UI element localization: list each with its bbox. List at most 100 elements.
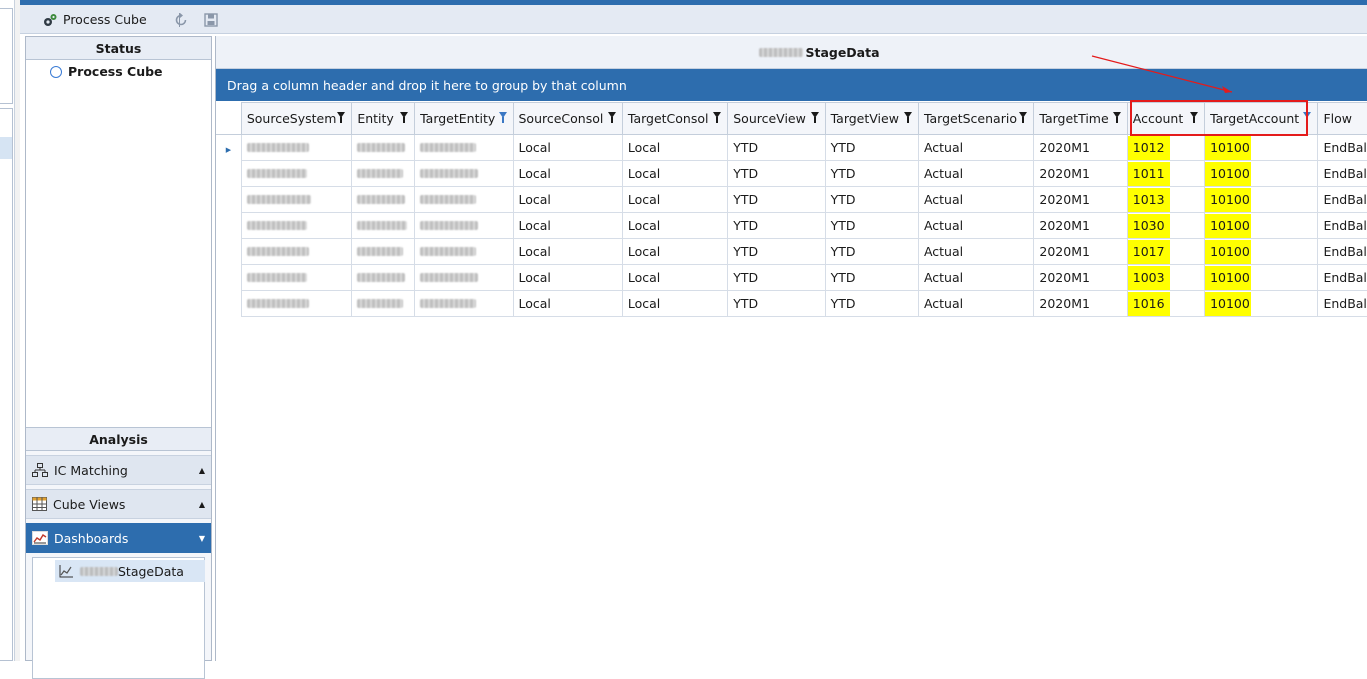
cell-targetentity[interactable] (414, 212, 514, 239)
cell-targetview[interactable]: YTD (824, 264, 919, 291)
cell-account[interactable]: 1013 (1126, 186, 1206, 213)
cell-targettime[interactable]: 2020M1 (1033, 264, 1128, 291)
cell-targetview[interactable]: YTD (824, 160, 919, 187)
cell-sourceconsol[interactable]: Local (512, 134, 623, 161)
table-row[interactable]: Local Local YTD YTD Actual 2020M1 1016 10100 End… (216, 290, 1367, 317)
table-row[interactable]: Local Local YTD YTD Actual 2020M1 1011 10100 End… (216, 160, 1367, 187)
cell-targetentity[interactable] (414, 238, 514, 265)
table-row[interactable]: Local Local YTD YTD Actual 2020M1 1003 10100 End… (216, 264, 1367, 291)
cell-sourcesystem[interactable] (240, 238, 353, 265)
cell-sourceconsol[interactable]: Local (512, 160, 623, 187)
cell-targetscenario[interactable]: Actual (917, 212, 1035, 239)
cell-flow[interactable]: EndBal (1317, 134, 1367, 161)
cell-sourceview[interactable]: YTD (727, 160, 826, 187)
dashboard-item-stagedata[interactable]: StageData (55, 560, 205, 582)
cell-entity[interactable] (351, 186, 416, 213)
cell-targetconsol[interactable]: Local (621, 134, 729, 161)
cell-targetaccount[interactable]: 10100 (1204, 238, 1319, 265)
cell-targetview[interactable]: YTD (824, 238, 919, 265)
column-header-targetconsol[interactable]: TargetConsol (621, 102, 729, 135)
filter-icon[interactable] (810, 112, 819, 123)
cell-sourcesystem[interactable] (240, 290, 353, 317)
filter-icon[interactable] (1190, 112, 1199, 123)
cell-sourceconsol[interactable]: Local (512, 290, 623, 317)
save-button[interactable] (204, 5, 218, 34)
cell-account[interactable]: 1003 (1126, 264, 1206, 291)
cell-sourcesystem[interactable] (240, 134, 353, 161)
cell-flow[interactable]: EndBal (1317, 264, 1367, 291)
cell-sourceview[interactable]: YTD (727, 290, 826, 317)
cell-targetscenario[interactable]: Actual (917, 134, 1035, 161)
cell-targetaccount[interactable]: 10100 (1204, 264, 1319, 291)
filter-active-icon[interactable] (498, 112, 507, 123)
cell-targetview[interactable]: YTD (824, 134, 919, 161)
column-header-sourceconsol[interactable]: SourceConsol (512, 102, 623, 135)
cell-account[interactable]: 1016 (1126, 290, 1206, 317)
cell-targettime[interactable]: 2020M1 (1033, 212, 1128, 239)
cell-flow[interactable]: EndBal (1317, 238, 1367, 265)
table-row[interactable]: Local Local YTD YTD Actual 2020M1 1013 10100 End… (216, 186, 1367, 213)
accordion-cube-views[interactable]: Cube Views ▲ (26, 489, 211, 519)
refresh-button[interactable] (173, 5, 189, 34)
process-cube-button[interactable]: Process Cube (42, 5, 147, 34)
cell-targettime[interactable]: 2020M1 (1033, 238, 1128, 265)
cell-targetscenario[interactable]: Actual (917, 160, 1035, 187)
filter-icon[interactable] (337, 112, 346, 123)
filter-active-icon[interactable] (1303, 112, 1312, 123)
filter-icon[interactable] (713, 112, 722, 123)
cell-sourceconsol[interactable]: Local (512, 264, 623, 291)
cell-targetaccount[interactable]: 10100 (1204, 134, 1319, 161)
column-header-targetscenario[interactable]: TargetScenario (917, 102, 1035, 135)
status-item-process-cube[interactable]: Process Cube (26, 60, 211, 79)
column-header-sourceview[interactable]: SourceView (727, 102, 826, 135)
cell-flow[interactable]: EndBal (1317, 160, 1367, 187)
cell-flow[interactable]: EndBal (1317, 212, 1367, 239)
cell-targetaccount[interactable]: 10100 (1204, 160, 1319, 187)
cell-targetconsol[interactable]: Local (621, 238, 729, 265)
cell-targettime[interactable]: 2020M1 (1033, 134, 1128, 161)
cell-sourcesystem[interactable] (240, 160, 353, 187)
column-header-sourcesystem[interactable]: SourceSystem (240, 102, 353, 135)
dock-tab-1[interactable] (0, 8, 13, 104)
table-row[interactable]: ▶ Local Local YTD YTD Actual 2020M1 1012 10100 En… (216, 134, 1367, 161)
cell-sourcesystem[interactable] (240, 212, 353, 239)
cell-targetview[interactable]: YTD (824, 186, 919, 213)
filter-icon[interactable] (1019, 112, 1028, 123)
cell-entity[interactable] (351, 134, 416, 161)
cell-account[interactable]: 1030 (1126, 212, 1206, 239)
accordion-ic-matching[interactable]: IC Matching ▲ (26, 455, 211, 485)
table-row[interactable]: Local Local YTD YTD Actual 2020M1 1030 10100 End… (216, 212, 1367, 239)
cell-targetconsol[interactable]: Local (621, 186, 729, 213)
cell-targetconsol[interactable]: Local (621, 160, 729, 187)
cell-targettime[interactable]: 2020M1 (1033, 186, 1128, 213)
cell-targetscenario[interactable]: Actual (917, 290, 1035, 317)
cell-entity[interactable] (351, 290, 416, 317)
cell-targetaccount[interactable]: 10100 (1204, 186, 1319, 213)
cell-entity[interactable] (351, 212, 416, 239)
cell-sourceview[interactable]: YTD (727, 212, 826, 239)
dock-tab-2[interactable] (0, 108, 13, 661)
cell-targetentity[interactable] (414, 186, 514, 213)
cell-targetscenario[interactable]: Actual (917, 264, 1035, 291)
cell-entity[interactable] (351, 238, 416, 265)
filter-icon[interactable] (400, 112, 409, 123)
cell-sourceview[interactable]: YTD (727, 264, 826, 291)
cell-sourceview[interactable]: YTD (727, 134, 826, 161)
column-header-targetentity[interactable]: TargetEntity (414, 102, 514, 135)
cell-targetconsol[interactable]: Local (621, 212, 729, 239)
cell-sourcesystem[interactable] (240, 264, 353, 291)
cell-entity[interactable] (351, 264, 416, 291)
cell-entity[interactable] (351, 160, 416, 187)
cell-targetentity[interactable] (414, 160, 514, 187)
cell-targetconsol[interactable]: Local (621, 264, 729, 291)
cell-targetentity[interactable] (414, 264, 514, 291)
cell-targetscenario[interactable]: Actual (917, 186, 1035, 213)
cell-targetaccount[interactable]: 10100 (1204, 212, 1319, 239)
cell-account[interactable]: 1011 (1126, 160, 1206, 187)
filter-icon[interactable] (607, 112, 616, 123)
cell-targettime[interactable]: 2020M1 (1033, 290, 1128, 317)
cell-targetconsol[interactable]: Local (621, 290, 729, 317)
table-row[interactable]: Local Local YTD YTD Actual 2020M1 1017 10100 End… (216, 238, 1367, 265)
cell-targetaccount[interactable]: 10100 (1204, 290, 1319, 317)
filter-icon[interactable] (903, 112, 912, 123)
